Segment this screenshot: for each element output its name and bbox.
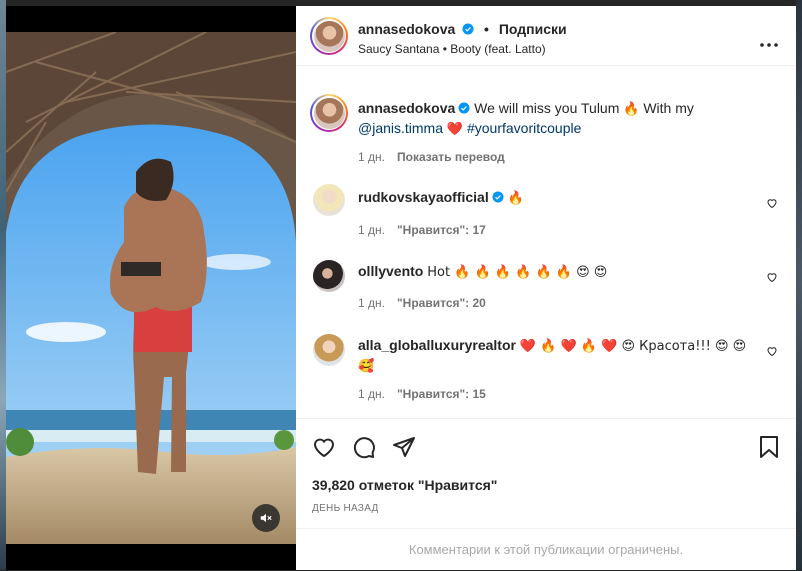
author-avatar[interactable] — [310, 17, 348, 55]
verified-icon — [462, 23, 474, 35]
heart-icon — [767, 199, 777, 209]
following-button[interactable]: Подписки — [499, 21, 567, 37]
comment-time[interactable]: 1 дн. — [358, 223, 385, 237]
comment-avatar[interactable] — [313, 260, 345, 292]
comment-like-button[interactable] — [766, 344, 778, 362]
heart-icon — [313, 438, 335, 458]
bookmark-icon — [760, 436, 778, 458]
dot-separator: • — [484, 21, 489, 37]
caption-avatar[interactable] — [310, 94, 348, 132]
comment-like-button[interactable] — [766, 270, 778, 288]
post-header: annasedokova • Подписки Saucy Santana • … — [296, 6, 796, 66]
backdrop-right — [796, 0, 802, 570]
comment-username[interactable]: rudkovskayaofficial — [358, 189, 489, 205]
hashtag-link[interactable]: #yourfavoritcouple — [467, 120, 581, 136]
more-icon — [760, 43, 778, 47]
comment-avatar[interactable] — [313, 184, 345, 216]
like-button[interactable] — [312, 435, 336, 464]
heart-emoji: ❤️ — [446, 122, 464, 137]
comment-likes-count[interactable]: "Нравится": 15 — [397, 387, 486, 401]
comment-username[interactable]: olllyvento — [358, 263, 423, 279]
post-modal: annasedokova • Подписки Saucy Santana • … — [6, 6, 796, 570]
post-media[interactable] — [6, 6, 296, 570]
comment-icon — [353, 437, 375, 459]
mute-button[interactable] — [252, 504, 280, 532]
verified-icon — [458, 102, 470, 114]
likes-count[interactable]: 39,820 отметок "Нравится" — [312, 477, 497, 493]
caption-username[interactable]: annasedokova — [358, 100, 455, 116]
comment-text: rudkovskayaofficial 🔥 — [358, 188, 758, 208]
caption-meta: 1 дн. Показать перевод — [358, 150, 505, 164]
comment-text: alla_globalluxuryrealtor ❤️ 🔥 ❤️ 🔥 ❤️ 😍 … — [358, 336, 748, 376]
video-frame[interactable] — [6, 32, 296, 544]
comment-like-button[interactable] — [766, 196, 778, 214]
comment-text: olllyvento Hot 🔥 🔥 🔥 🔥 🔥 🔥 😍 😍 — [358, 262, 758, 282]
comment-body: Hot 🔥 🔥 🔥 🔥 🔥 🔥 😍 😍 — [427, 265, 608, 280]
comment-avatar[interactable] — [313, 334, 345, 366]
comment-time[interactable]: 1 дн. — [358, 387, 385, 401]
audio-track-link[interactable]: Saucy Santana • Booty (feat. Latto) — [358, 42, 546, 56]
mute-icon — [260, 513, 272, 523]
more-options-button[interactable] — [760, 34, 778, 52]
comments-limited-notice: Комментарии к этой публикации ограничены… — [296, 528, 796, 570]
fire-emoji: 🔥 — [623, 102, 640, 117]
comment-body: 🔥 — [507, 191, 524, 206]
comment-meta: 1 дн. "Нравится": 15 — [358, 387, 486, 401]
header-title-line: annasedokova • Подписки — [358, 21, 567, 37]
comment-meta: 1 дн. "Нравится": 17 — [358, 223, 486, 237]
comment-likes-count[interactable]: "Нравится": 17 — [397, 223, 486, 237]
heart-icon — [767, 347, 777, 357]
verified-icon — [492, 191, 504, 203]
translate-button[interactable]: Показать перевод — [397, 150, 505, 164]
caption-time[interactable]: 1 дн. — [358, 150, 385, 164]
post-details-panel: annasedokova • Подписки Saucy Santana • … — [296, 6, 796, 570]
caption-text: annasedokova We will miss you Tulum 🔥 Wi… — [358, 99, 758, 139]
mention-link[interactable]: @janis.timma — [358, 120, 443, 136]
heart-icon — [767, 273, 777, 283]
share-button[interactable] — [392, 435, 416, 464]
comments-list[interactable]: annasedokova We will miss you Tulum 🔥 Wi… — [296, 66, 796, 418]
caption-body-1: We will miss you Tulum — [474, 100, 620, 116]
share-icon — [393, 437, 415, 457]
post-date[interactable]: ДЕНЬ НАЗАД — [312, 503, 379, 514]
comment-meta: 1 дн. "Нравится": 20 — [358, 296, 486, 310]
comment-time[interactable]: 1 дн. — [358, 296, 385, 310]
author-username[interactable]: annasedokova — [358, 21, 455, 37]
comment-button[interactable] — [352, 435, 376, 464]
comment-likes-count[interactable]: "Нравится": 20 — [397, 296, 486, 310]
save-button[interactable] — [758, 435, 780, 464]
comment-username[interactable]: alla_globalluxuryrealtor — [358, 337, 516, 353]
caption-body-2: With my — [643, 100, 694, 116]
post-actions: 39,820 отметок "Нравится" ДЕНЬ НАЗАД — [296, 418, 796, 538]
